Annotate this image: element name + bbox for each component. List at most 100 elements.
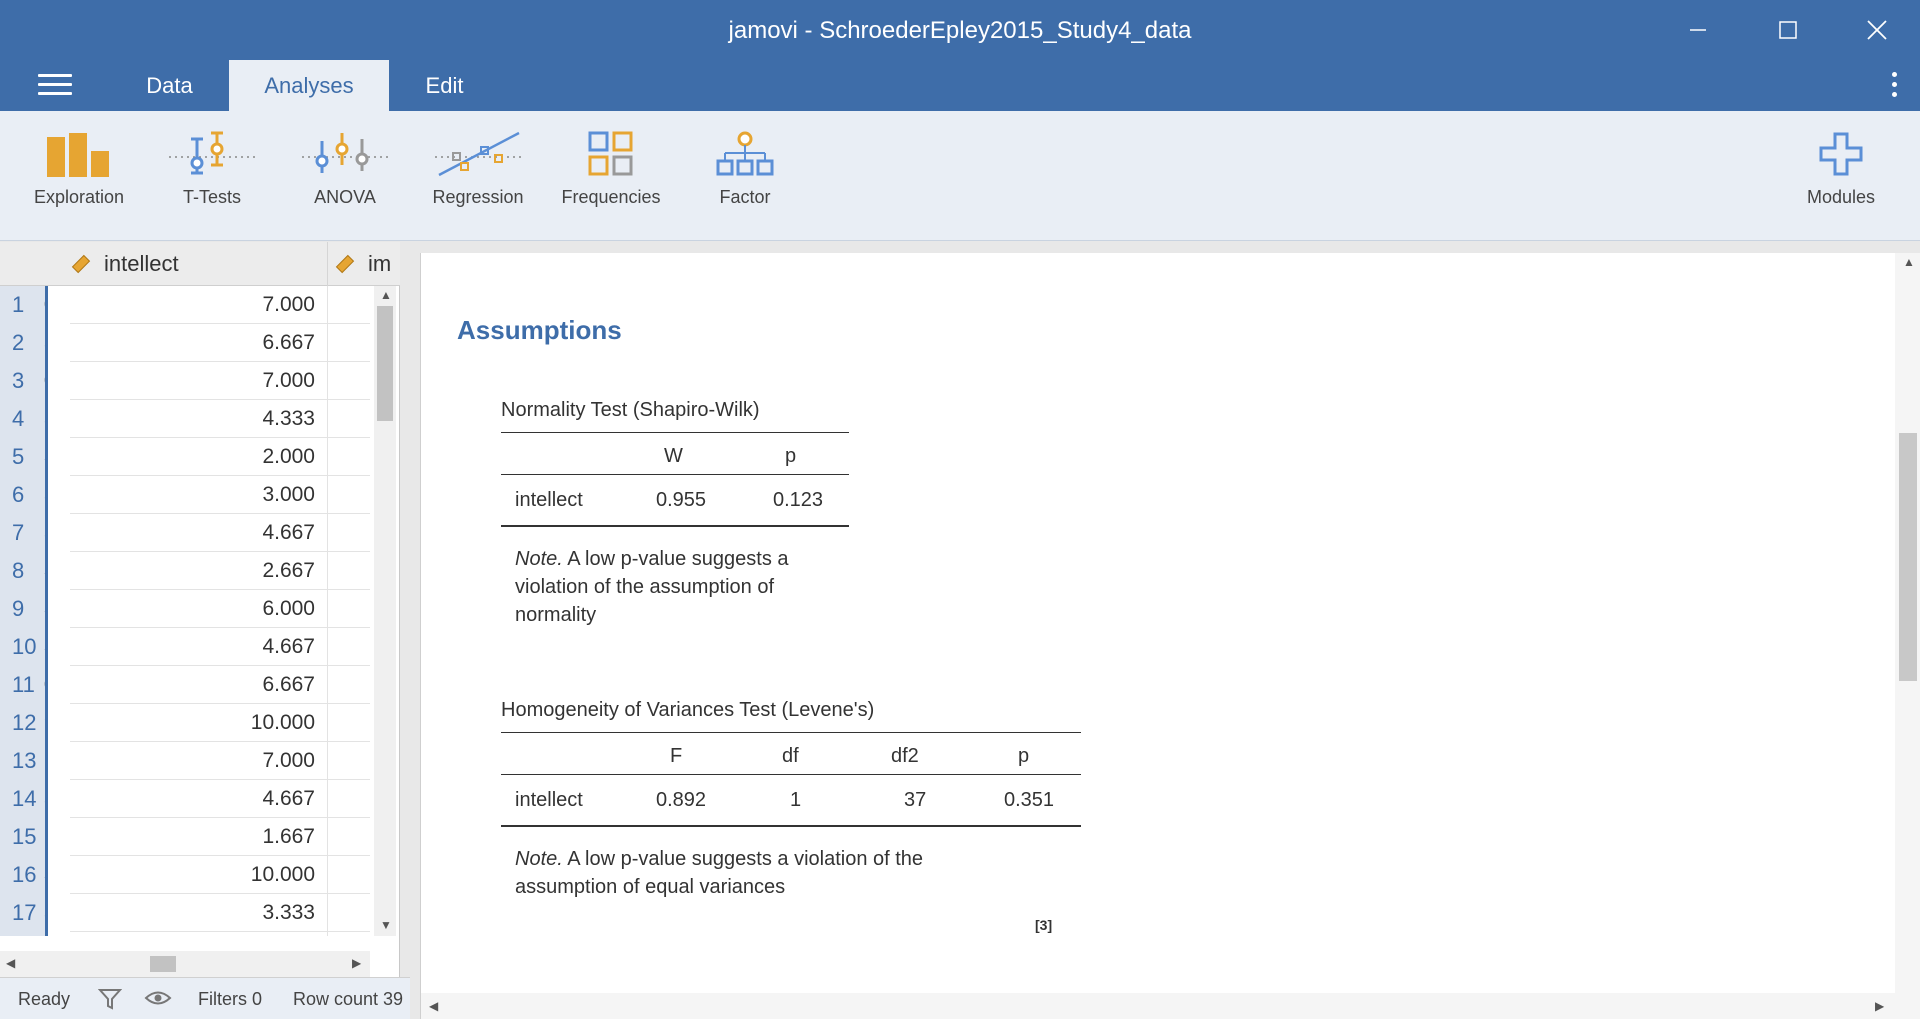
scroll-up-arrow-icon[interactable]: ▲ <box>1903 255 1915 269</box>
t-tests-icon <box>169 131 255 175</box>
reference-marker[interactable]: [3] <box>1035 917 1052 933</box>
intellect-cell[interactable]: 3.333 <box>70 894 328 931</box>
previous-column-cell-fragment: 3 <box>44 856 45 894</box>
analyses-ribbon: Exploration T-Tests ANOVA Regression Fre… <box>0 111 1920 241</box>
spreadsheet-horizontal-scrollbar[interactable]: ◀ ▶ <box>0 951 370 977</box>
row-number[interactable]: 110 <box>0 666 45 704</box>
filter-icon[interactable] <box>98 987 122 1011</box>
continuous-variable-icon <box>71 254 91 274</box>
row-number[interactable]: 93 <box>0 590 45 628</box>
table-row: 2.000 <box>70 438 370 476</box>
filters-count: Filters 0 <box>198 989 263 1009</box>
row-number[interactable]: 30 <box>0 362 45 400</box>
frequencies-button[interactable]: Frequencies <box>546 131 676 208</box>
column-header-p: p <box>785 445 797 467</box>
previous-column-cell-fragment: 5 <box>44 324 45 362</box>
scrollbar-thumb[interactable] <box>1899 433 1917 681</box>
row-number[interactable]: 18 <box>0 932 45 936</box>
row-number[interactable]: 53 <box>0 438 45 476</box>
tab-edit[interactable]: Edit <box>397 60 492 111</box>
exploration-button[interactable]: Exploration <box>14 131 144 208</box>
intellect-cell[interactable]: 2.667 <box>70 552 328 589</box>
regression-button[interactable]: Regression <box>413 131 543 208</box>
title-bar: jamovi - SchroederEpley2015_Study4_data <box>0 0 1920 60</box>
hamburger-icon <box>38 74 72 77</box>
row-number[interactable]: 45 <box>0 400 45 438</box>
intellect-cell[interactable]: 2.000 <box>70 438 328 475</box>
row-number[interactable]: 10 <box>0 286 45 324</box>
minimize-button[interactable] <box>1678 12 1718 48</box>
tab-data[interactable]: Data <box>117 60 222 111</box>
maximize-icon <box>1779 21 1797 39</box>
intellect-cell[interactable]: 7.000 <box>70 742 328 779</box>
scroll-right-arrow-icon[interactable]: ▶ <box>1875 999 1884 1013</box>
results-horizontal-scrollbar[interactable]: ◀ ▶ <box>421 993 1895 1019</box>
row-number[interactable]: 145 <box>0 780 45 818</box>
intellect-cell[interactable]: 7.000 <box>70 286 328 323</box>
row-number[interactable]: 152 <box>0 818 45 856</box>
more-options-button[interactable] <box>1890 72 1898 100</box>
intellect-cell[interactable]: 4.667 <box>70 514 328 551</box>
intellect-cell[interactable]: 6.667 <box>70 666 328 703</box>
row-number[interactable]: 25 <box>0 324 45 362</box>
row-number[interactable]: 175 <box>0 894 45 932</box>
table-rule <box>501 474 849 475</box>
row-number[interactable]: 137 <box>0 742 45 780</box>
column-header-p: p <box>1018 745 1030 767</box>
previous-column-cell-fragment: 3 <box>44 628 45 666</box>
scroll-up-arrow-icon[interactable]: ▲ <box>380 288 392 302</box>
results-vertical-scrollbar[interactable]: ▲ <box>1895 253 1920 1019</box>
row-number[interactable]: 75 <box>0 514 45 552</box>
minimize-icon <box>1690 29 1706 31</box>
row-number[interactable]: 65 <box>0 476 45 514</box>
intellect-cell[interactable]: 4.667 <box>70 628 328 665</box>
anova-button[interactable]: ANOVA <box>280 131 410 208</box>
intellect-cell[interactable]: 5.667 <box>70 932 328 936</box>
scroll-right-arrow-icon[interactable]: ▶ <box>352 956 361 970</box>
scrollbar-thumb[interactable] <box>377 306 393 421</box>
previous-column-cell-fragment: 3 <box>44 552 45 590</box>
previous-column-cell-fragment: 5 <box>44 514 45 552</box>
row-number[interactable]: 83 <box>0 552 45 590</box>
column-header-im[interactable]: im <box>334 242 404 286</box>
table-row: 10.000 <box>70 704 370 742</box>
row-count: Row count 39 <box>293 989 404 1009</box>
table-row: 7.000 <box>70 362 370 400</box>
spreadsheet-vertical-scrollbar[interactable]: ▲ ▼ <box>374 286 396 936</box>
previous-column-cell-fragment: 2 <box>44 818 45 856</box>
scroll-down-arrow-icon[interactable]: ▼ <box>380 918 392 932</box>
value-df2: 37 <box>904 789 927 811</box>
value-w: 0.955 <box>656 489 707 511</box>
intellect-cell[interactable]: 1.667 <box>70 818 328 855</box>
row-number[interactable]: 163 <box>0 856 45 894</box>
t-tests-button[interactable]: T-Tests <box>147 131 277 208</box>
scroll-left-arrow-icon[interactable]: ◀ <box>429 999 438 1013</box>
row-number[interactable]: 103 <box>0 628 45 666</box>
intellect-cell[interactable]: 4.333 <box>70 400 328 437</box>
intellect-cell[interactable]: 10.000 <box>70 856 328 893</box>
modules-button[interactable]: Modules <box>1776 131 1906 208</box>
intellect-cell[interactable]: 10.000 <box>70 704 328 741</box>
factor-button[interactable]: Factor <box>680 131 810 208</box>
scrollbar-thumb[interactable] <box>150 956 176 972</box>
intellect-cell[interactable]: 3.000 <box>70 476 328 513</box>
maximize-button[interactable] <box>1768 12 1808 48</box>
row-label-intellect: intellect <box>515 489 583 511</box>
column-header-intellect[interactable]: intellect <box>70 242 328 286</box>
table-row: 6.000 <box>70 590 370 628</box>
tab-analyses[interactable]: Analyses <box>229 60 389 111</box>
previous-column-cell-fragment: 5 <box>44 400 45 438</box>
table-row: 1.667 <box>70 818 370 856</box>
regression-icon <box>435 131 521 177</box>
intellect-cell[interactable]: 6.000 <box>70 590 328 627</box>
intellect-cell[interactable]: 6.667 <box>70 324 328 361</box>
intellect-cell[interactable]: 7.000 <box>70 362 328 399</box>
row-number[interactable]: 129 <box>0 704 45 742</box>
close-button[interactable] <box>1857 12 1897 48</box>
intellect-cell[interactable]: 4.667 <box>70 780 328 817</box>
hamburger-menu-button[interactable] <box>38 74 72 98</box>
anova-icon <box>302 133 388 173</box>
eye-icon[interactable] <box>144 989 172 1007</box>
frequencies-icon <box>588 131 633 176</box>
scroll-left-arrow-icon[interactable]: ◀ <box>6 956 15 970</box>
